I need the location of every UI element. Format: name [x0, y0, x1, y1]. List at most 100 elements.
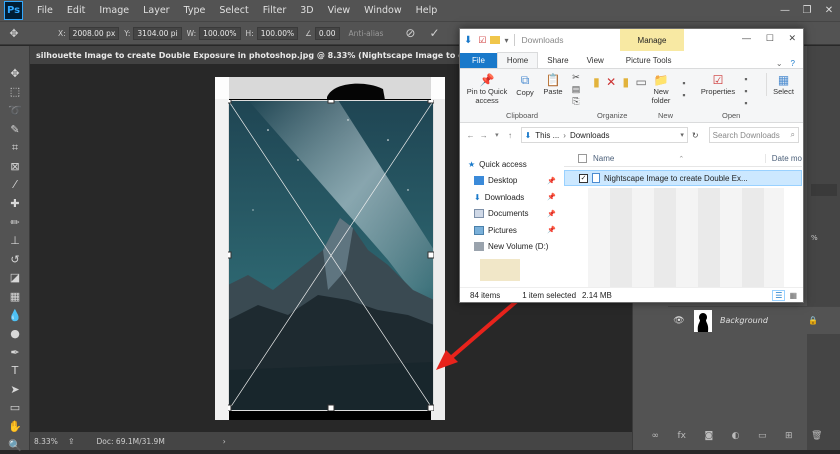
quick-select-tool-icon[interactable]: ✎: [0, 120, 30, 139]
tab-file[interactable]: File: [460, 53, 497, 68]
menu-file[interactable]: File: [30, 5, 60, 16]
delete-layer-icon[interactable]: 🗑: [811, 431, 822, 441]
history-icon[interactable]: ▪: [740, 97, 752, 109]
healing-brush-tool-icon[interactable]: ✚: [0, 194, 30, 213]
dodge-tool-icon[interactable]: ●: [0, 324, 30, 343]
marquee-tool-icon[interactable]: ⬚: [0, 83, 30, 102]
zoom-level[interactable]: 8.33%: [34, 437, 58, 446]
nav-desktop[interactable]: Desktop 📌: [460, 173, 560, 190]
paste-shortcut-icon[interactable]: ⎘: [568, 95, 584, 107]
nav-new-volume[interactable]: New Volume (D:): [460, 239, 560, 256]
explorer-titlebar[interactable]: ⬇ ☑ ▾ Downloads Manage — ☐ ✕: [460, 29, 803, 51]
recent-dropdown-icon[interactable]: ▾: [490, 131, 503, 139]
add-mask-icon[interactable]: ◙: [704, 431, 713, 441]
cut-icon[interactable]: ✂: [568, 71, 584, 83]
new-layer-icon[interactable]: ⊞: [785, 431, 793, 441]
file-name[interactable]: Nightscape Image to create Double Ex...: [604, 174, 748, 183]
tab-picture-tools[interactable]: Picture Tools: [616, 53, 681, 68]
minimize-icon[interactable]: —: [742, 33, 751, 43]
maximize-icon[interactable]: ☐: [766, 33, 774, 44]
pin-quick-access-button[interactable]: 📌 Pin to Quick access: [464, 73, 510, 105]
status-menu-arrow-icon[interactable]: ›: [223, 437, 226, 446]
menu-help[interactable]: Help: [409, 5, 445, 16]
type-tool-icon[interactable]: T: [0, 362, 30, 381]
quick-access-dropdown-icon[interactable]: ▾: [504, 36, 508, 45]
back-arrow-icon[interactable]: ←: [464, 131, 477, 140]
cancel-transform-icon[interactable]: ⊘: [405, 26, 415, 40]
move-tool-options-icon[interactable]: ✥: [0, 27, 28, 40]
copy-to-icon[interactable]: ▮: [623, 75, 630, 89]
blur-tool-icon[interactable]: 💧: [0, 306, 30, 325]
file-explorer-window[interactable]: ⬇ ☑ ▾ Downloads Manage — ☐ ✕ File Home S…: [459, 28, 804, 303]
antialias-checkbox[interactable]: Anti-alias: [349, 29, 384, 38]
forward-arrow-icon[interactable]: →: [477, 131, 490, 140]
share-icon[interactable]: ⇪: [68, 437, 75, 446]
column-date[interactable]: Date mo: [764, 154, 802, 163]
angle-field[interactable]: 0.00: [314, 26, 340, 40]
nav-documents[interactable]: Documents 📌: [460, 206, 560, 223]
lasso-tool-icon[interactable]: ➰: [0, 101, 30, 120]
close-icon[interactable]: ✕: [818, 0, 840, 21]
close-icon[interactable]: ✕: [788, 33, 796, 44]
w-field[interactable]: 100.00%: [199, 26, 241, 40]
copy-path-icon[interactable]: ▤: [568, 83, 584, 95]
crop-tool-icon[interactable]: ⌗: [0, 138, 30, 157]
selected-file-row[interactable]: ✓ Nightscape Image to create Double Ex..…: [564, 170, 802, 186]
layer-row-background[interactable]: 👁 Background 🔒: [668, 306, 840, 334]
new-item-icon[interactable]: ▪: [678, 77, 690, 89]
minimize-icon[interactable]: —: [774, 0, 796, 21]
address-root[interactable]: This ...: [535, 131, 559, 140]
visibility-eye-icon[interactable]: 👁: [668, 316, 690, 326]
select-all-checkbox[interactable]: [578, 154, 587, 163]
x-field[interactable]: 2008.00 px: [68, 26, 120, 40]
zoom-tool-icon[interactable]: 🔍: [0, 436, 30, 454]
edit-icon[interactable]: ▪: [740, 85, 752, 97]
hand-tool-icon[interactable]: ✋: [0, 417, 30, 436]
layer-name[interactable]: Background: [720, 316, 768, 325]
document-tab[interactable]: silhouette Image to create Double Exposu…: [30, 46, 460, 64]
adjustment-layer-icon[interactable]: ◐: [732, 431, 740, 441]
history-brush-tool-icon[interactable]: ↺: [0, 250, 30, 269]
menu-view[interactable]: View: [321, 5, 358, 16]
menu-window[interactable]: Window: [357, 5, 408, 16]
properties-button[interactable]: ☑ Properties: [698, 73, 738, 96]
details-view-icon[interactable]: ☰: [772, 289, 786, 301]
pen-tool-icon[interactable]: ✒: [0, 343, 30, 362]
nav-downloads[interactable]: ⬇ Downloads 📌: [460, 189, 560, 206]
address-dropdown-icon[interactable]: ▾: [680, 131, 687, 139]
panel-slider[interactable]: [811, 184, 837, 196]
up-arrow-icon[interactable]: ↑: [503, 131, 516, 140]
refresh-icon[interactable]: ↻: [692, 131, 699, 140]
tab-home[interactable]: Home: [496, 52, 539, 68]
eraser-tool-icon[interactable]: ◪: [0, 269, 30, 288]
ribbon-collapse-icon[interactable]: ⌄: [776, 59, 783, 68]
menu-image[interactable]: Image: [92, 5, 136, 16]
fx-icon[interactable]: fx: [677, 431, 686, 441]
transform-bounding-box[interactable]: [228, 100, 434, 411]
menu-edit[interactable]: Edit: [60, 5, 92, 16]
new-group-icon[interactable]: ▭: [758, 431, 767, 441]
menu-layer[interactable]: Layer: [136, 5, 177, 16]
h-field[interactable]: 100.00%: [256, 26, 299, 40]
properties-quick-icon[interactable]: ☑: [478, 35, 486, 46]
y-field[interactable]: 3104.00 pi: [133, 26, 182, 40]
nightscape-image-layer[interactable]: [228, 100, 434, 411]
frame-tool-icon[interactable]: ⊠: [0, 157, 30, 176]
nav-quick-access[interactable]: ★ Quick access: [460, 156, 560, 173]
manage-context-tab[interactable]: Manage: [620, 29, 684, 51]
menu-filter[interactable]: Filter: [256, 5, 294, 16]
tab-view[interactable]: View: [578, 53, 613, 68]
tab-share[interactable]: Share: [538, 53, 577, 68]
open-icon[interactable]: ▪: [740, 73, 752, 85]
copy-button[interactable]: ⧉ Copy: [512, 73, 538, 97]
commit-transform-icon[interactable]: ✓: [429, 26, 439, 40]
menu-3d[interactable]: 3D: [293, 5, 320, 16]
move-tool-icon[interactable]: ✥: [0, 64, 30, 83]
help-icon[interactable]: ?: [791, 59, 795, 68]
folder-icon[interactable]: [490, 36, 501, 44]
file-checkbox[interactable]: ✓: [579, 173, 588, 183]
address-current[interactable]: Downloads: [570, 131, 610, 140]
clone-stamp-tool-icon[interactable]: ⊥: [0, 231, 30, 250]
menu-select[interactable]: Select: [212, 5, 255, 16]
address-field[interactable]: ⬇ This ... › Downloads ▾: [520, 127, 688, 143]
